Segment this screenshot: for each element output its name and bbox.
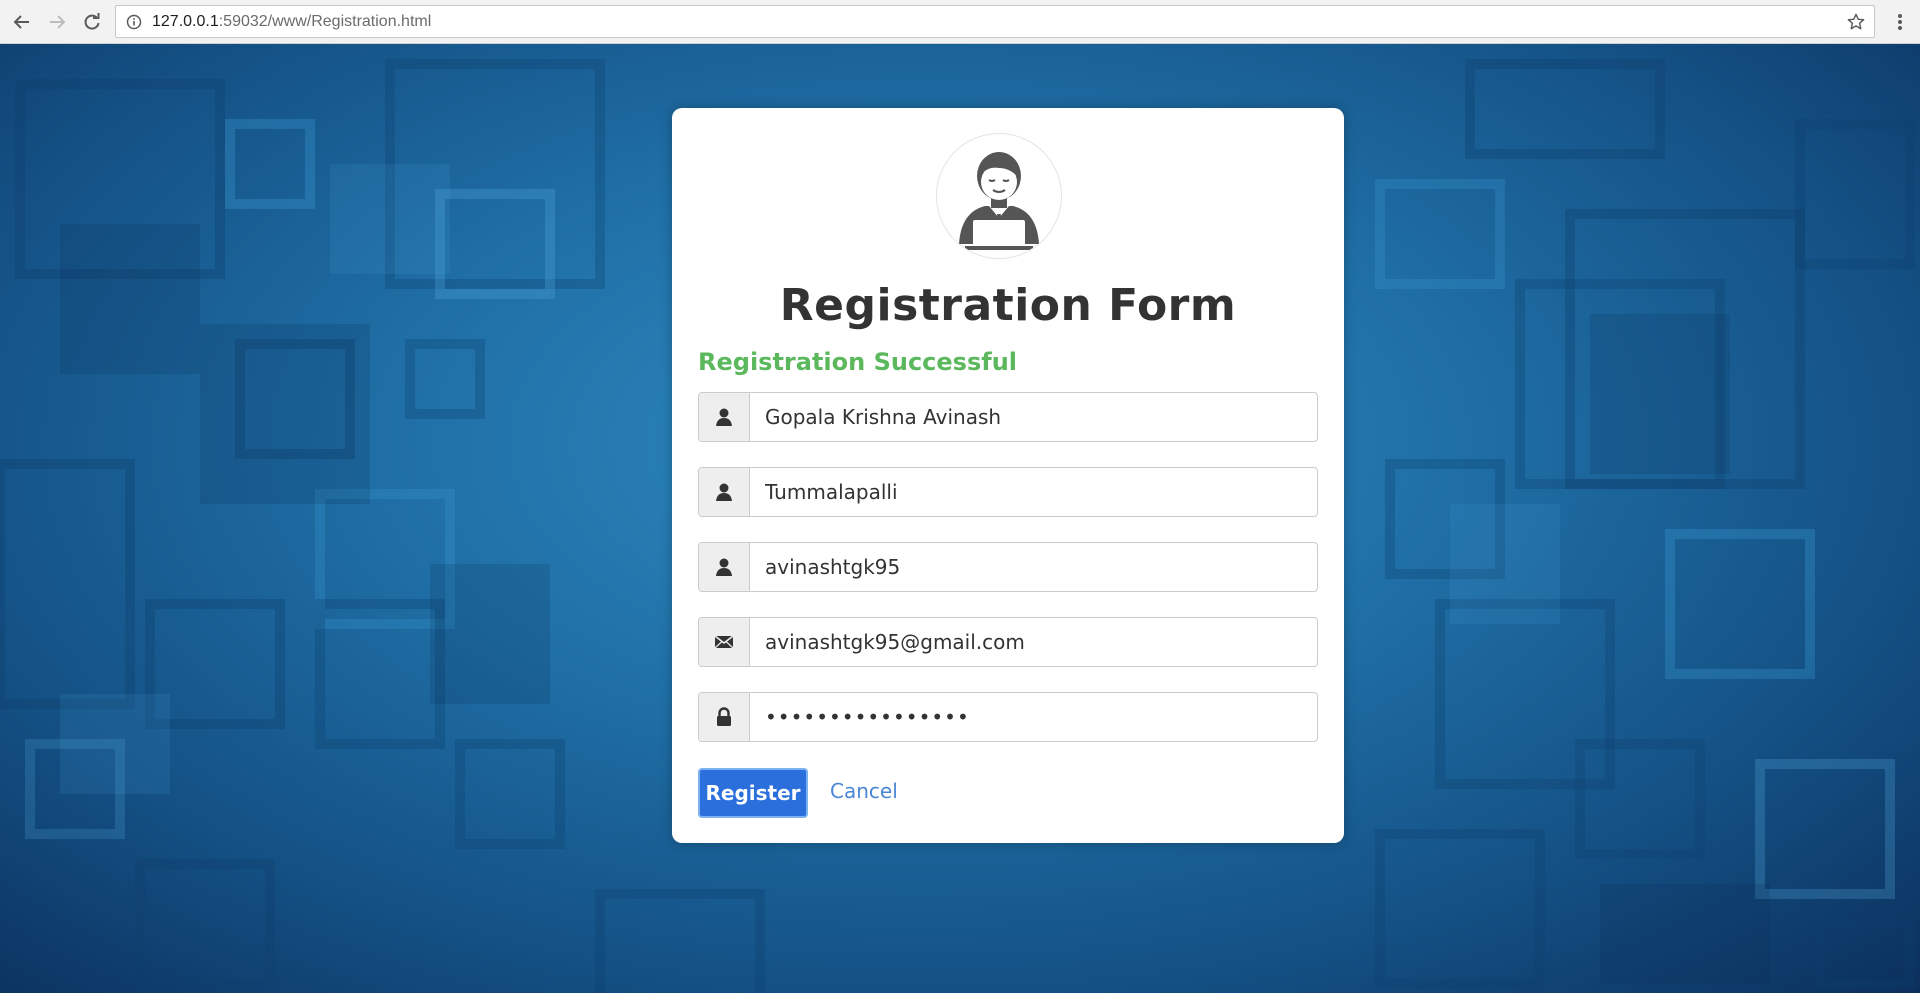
user-icon (699, 543, 750, 591)
username-field[interactable] (698, 542, 1318, 592)
user-icon (699, 468, 750, 516)
email-field[interactable] (698, 617, 1318, 667)
browser-menu-icon[interactable] (1890, 10, 1910, 34)
last-name-field[interactable] (698, 467, 1318, 517)
registration-card: Registration Form Registration Successfu… (672, 108, 1344, 843)
success-message: Registration Successful (698, 348, 1018, 376)
url-text: 127.0.0.1:59032/www/Registration.html (152, 13, 431, 31)
address-bar[interactable]: 127.0.0.1:59032/www/Registration.html (115, 5, 1875, 38)
browser-toolbar: 127.0.0.1:59032/www/Registration.html (0, 0, 1920, 44)
bookmark-star-icon[interactable] (1846, 12, 1866, 32)
lock-icon (699, 693, 750, 741)
user-avatar-icon (936, 133, 1062, 259)
user-icon (699, 393, 750, 441)
back-arrow-icon[interactable] (10, 10, 34, 34)
password-field[interactable] (698, 692, 1318, 742)
first-name-field[interactable] (698, 392, 1318, 442)
first-name-input[interactable] (750, 393, 1317, 441)
forward-arrow-icon[interactable] (45, 10, 69, 34)
envelope-icon (699, 618, 750, 666)
cancel-link[interactable]: Cancel (830, 779, 898, 803)
url-path: :59032/www/Registration.html (218, 12, 432, 30)
last-name-input[interactable] (750, 468, 1317, 516)
page-background: Registration Form Registration Successfu… (0, 44, 1920, 993)
email-input[interactable] (750, 618, 1317, 666)
register-button[interactable]: Register (698, 768, 808, 818)
url-host: 127.0.0.1 (152, 12, 219, 30)
info-icon[interactable] (126, 14, 142, 30)
username-input[interactable] (750, 543, 1317, 591)
form-title: Registration Form (779, 280, 1237, 331)
password-input[interactable] (750, 693, 1317, 741)
reload-icon[interactable] (80, 10, 104, 34)
